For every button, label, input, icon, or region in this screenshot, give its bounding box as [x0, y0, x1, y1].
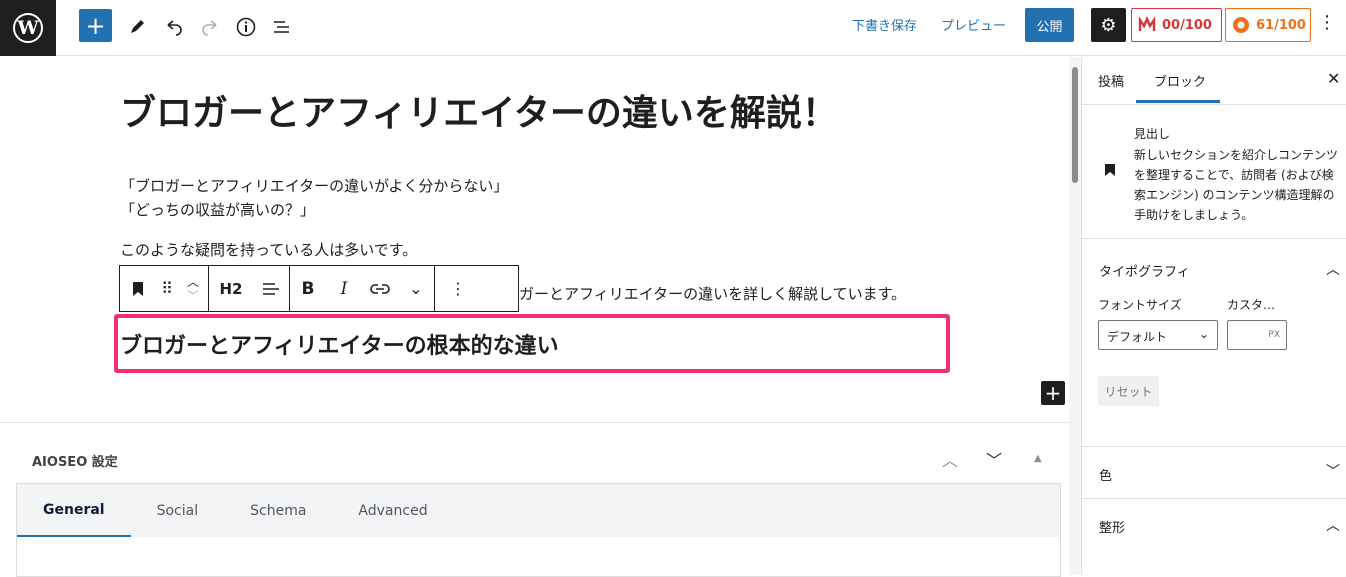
heading-level-button[interactable]: H2 [209, 266, 253, 311]
block-inserter-button[interactable]: + [79, 9, 112, 42]
layout-panel-toggle[interactable]: 整形 [1099, 517, 1125, 536]
color-panel: 色 ﹀ [1082, 447, 1346, 499]
aioseo-gear-icon [1232, 16, 1250, 34]
wordpress-logo-icon: W [13, 13, 43, 43]
toggle-panel-icon[interactable]: ▲ [1034, 453, 1042, 464]
block-type-button[interactable] [120, 266, 156, 311]
add-block-button[interactable]: + [1041, 381, 1065, 405]
tab-general[interactable]: General [17, 484, 131, 537]
reset-button[interactable]: リセット [1098, 376, 1159, 406]
move-up-icon[interactable]: ︿ [942, 447, 958, 471]
scrollbar-thumb[interactable] [1072, 67, 1078, 183]
tab-advanced[interactable]: Advanced [332, 484, 453, 537]
paragraph-block[interactable]: ガーとアフィリエイターの違いを詳しく解説しています。 [519, 282, 906, 306]
chevron-up-icon[interactable]: ︿ [1326, 259, 1340, 279]
color-panel-toggle[interactable]: 色 [1099, 465, 1112, 484]
move-down-icon[interactable]: ﹀ [986, 447, 1002, 471]
drag-handle[interactable]: ⠿ [156, 266, 178, 311]
block-card-title: 見出し [1134, 127, 1171, 141]
aioseo-metabox: AIOSEO 設定 ︿ ﹀ ▲ General Social Schema Ad… [0, 422, 1069, 577]
aioseo-tab-content [16, 537, 1061, 577]
link-icon [370, 283, 390, 294]
aioseo-tabs: General Social Schema Advanced [16, 483, 1061, 537]
bookmark-icon [133, 281, 143, 296]
details-button[interactable] [229, 10, 263, 44]
seo-score-value: 00/100 [1162, 17, 1212, 33]
options-menu-icon[interactable]: ⋮ [1318, 12, 1336, 33]
metabox-title: AIOSEO 設定 [32, 455, 118, 470]
paragraph-block[interactable]: 「ブロガーとアフィリエイターの違いがよく分からない」 [120, 174, 508, 198]
font-size-label: フォントサイズ [1098, 298, 1182, 312]
chevron-down-icon: ⌄ [1198, 327, 1209, 341]
more-formats-button[interactable]: ⌄ [398, 266, 434, 311]
move-up-icon[interactable]: ︿ [187, 275, 199, 289]
tab-social[interactable]: Social [131, 484, 225, 537]
readability-score-value: 61/100 [1256, 17, 1306, 33]
publish-button[interactable]: 公開 [1025, 8, 1074, 42]
save-draft-button[interactable]: 下書き保存 [852, 15, 917, 34]
readability-score-button[interactable]: 61/100 [1225, 8, 1311, 42]
bold-icon: B [301, 278, 315, 299]
block-card-description: 新しいセクションを紹介しコンテンツを整理することで、訪問者 (および検索エンジン… [1134, 148, 1339, 222]
heading-block[interactable]: ブロガーとアフィリエイターの根本的な違い [120, 328, 559, 360]
bookmark-icon [1104, 163, 1116, 181]
tab-post[interactable]: 投稿 [1098, 71, 1124, 90]
kebab-icon: ⋮ [450, 279, 466, 298]
bold-button[interactable]: B [290, 266, 326, 311]
sidebar-tabs: 投稿 ブロック ✕ [1082, 57, 1346, 105]
editor-top-toolbar: W + 下書き保存 プレビュー 公開 ⚙ 00/100 61/100 ⋮ [0, 0, 1346, 56]
tab-block[interactable]: ブロック [1135, 71, 1221, 103]
post-title[interactable]: ブロガーとアフィリエイターの違いを解説！ [120, 84, 838, 136]
paragraph-block[interactable]: このような疑問を持っている人は多いです。 [120, 238, 417, 262]
italic-icon: I [340, 278, 348, 299]
plus-icon: + [1044, 381, 1062, 405]
close-icon[interactable]: ✕ [1327, 69, 1340, 88]
undo-button[interactable] [157, 10, 191, 44]
preview-button[interactable]: プレビュー [941, 15, 1006, 34]
settings-sidebar: 投稿 ブロック ✕ 見出し 新しいセクションを紹介しコンテンツを整理することで、… [1081, 57, 1346, 575]
editor-scrollbar[interactable] [1069, 57, 1081, 575]
undo-icon [167, 20, 182, 36]
typography-panel-toggle[interactable]: タイポグラフィ [1099, 261, 1190, 280]
settings-button[interactable]: ⚙ [1091, 8, 1126, 42]
redo-button[interactable] [193, 10, 227, 44]
paragraph-block[interactable]: 「どっちの収益が高いの？」 [120, 198, 315, 222]
font-size-value: デフォルト [1107, 330, 1168, 344]
seo-logo-icon [1138, 16, 1156, 34]
block-card: 見出し 新しいセクションを紹介しコンテンツを整理することで、訪問者 (および検索… [1082, 105, 1346, 239]
heading-controls-group: H2 [209, 266, 290, 311]
align-left-icon [263, 282, 279, 295]
block-toolbar: ⠿ ︿ ﹀ H2 B I ⌄ ⋮ [119, 265, 519, 312]
font-size-select[interactable]: デフォルト ⌄ [1098, 320, 1218, 350]
italic-button[interactable]: I [326, 266, 362, 311]
custom-size-label: カスタ… [1227, 298, 1276, 312]
seo-score-button[interactable]: 00/100 [1131, 8, 1222, 42]
layout-panel: 整形 ︿ [1082, 499, 1346, 575]
pencil-icon [131, 20, 144, 33]
options-group: ⋮ [435, 266, 481, 311]
align-button[interactable] [253, 266, 289, 311]
info-icon [236, 17, 256, 37]
chevron-down-icon: ⌄ [409, 279, 423, 298]
redo-icon [202, 20, 217, 36]
unit-label: PX [1268, 330, 1280, 340]
chevron-down-icon[interactable]: ﹀ [1326, 461, 1340, 481]
drag-handle-icon: ⠿ [161, 279, 173, 298]
tab-schema[interactable]: Schema [224, 484, 332, 537]
tools-button[interactable] [121, 10, 155, 44]
wordpress-logo-button[interactable]: W [0, 0, 56, 56]
block-transform-group: ⠿ ︿ ﹀ [120, 266, 209, 311]
plus-icon: + [85, 11, 106, 40]
block-mover: ︿ ﹀ [178, 275, 208, 303]
chevron-up-icon[interactable]: ︿ [1326, 515, 1340, 535]
list-view-button[interactable] [265, 10, 299, 44]
move-down-icon[interactable]: ﹀ [187, 289, 199, 303]
gear-icon: ⚙ [1100, 14, 1117, 36]
block-options-button[interactable]: ⋮ [435, 266, 481, 311]
link-button[interactable] [362, 266, 398, 311]
format-group: B I ⌄ [290, 266, 435, 311]
custom-size-input[interactable]: PX [1227, 320, 1287, 350]
list-view-icon [274, 21, 289, 33]
